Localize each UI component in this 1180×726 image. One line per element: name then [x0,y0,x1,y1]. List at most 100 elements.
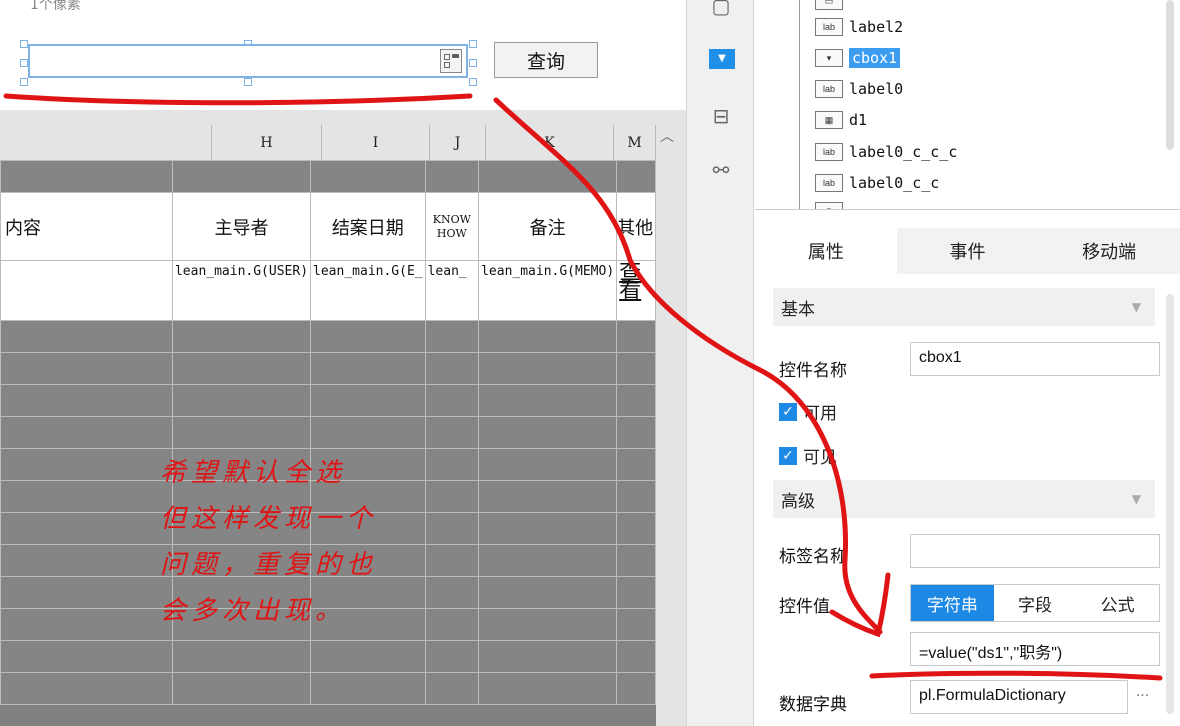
query-button[interactable]: 查询 [494,42,598,78]
more-button[interactable]: ··· [1127,680,1157,714]
label-icon: lab [815,80,843,98]
column-header-blank [0,125,212,161]
enabled-label: 可用 [803,404,837,424]
designer-canvas: 1个像素 查询 H I J K M ︿ 内容 主导者 结案日期 KNOW HOW… [0,0,686,726]
tree-item[interactable]: ▦ d1 [815,107,867,133]
visible-label: 可见 [803,448,837,468]
combo-icon: ▾ [815,49,843,67]
widget-value-input[interactable]: =value("ds1","职务") [910,632,1160,666]
annotation-line: 希望默认全选 [160,458,347,488]
widget-name-input[interactable]: cbox1 [910,342,1160,376]
chevron-up-icon[interactable]: ︿ [660,126,674,146]
header-cell[interactable]: 内容 [0,192,173,261]
checkbox-combo-widget[interactable] [28,44,468,78]
column-header-h[interactable]: H [212,125,322,161]
header-cell[interactable]: 结案日期 [310,192,426,261]
annotation-line: 但这样发现一个 [160,504,378,534]
combo-dropdown-icon[interactable] [440,49,462,73]
chevron-down-icon[interactable]: ▼ [1132,300,1141,314]
tree-item[interactable]: lab label0_c_c_c [815,139,957,165]
column-header-m[interactable]: M [614,125,656,161]
frame-icon[interactable]: ▢ [707,0,735,20]
resize-handle[interactable] [469,40,477,48]
resize-handle[interactable] [469,78,477,86]
section-title: 基本 [781,299,815,320]
tree-item[interactable]: ▯ [815,198,849,209]
widget-tree: ▭ lab label2 ▾ cbox1 lab label0 ▦ d1 lab… [755,0,1180,210]
tree-item-label: cbox1 [849,48,901,68]
label-icon: lab [815,18,843,36]
section-basic[interactable]: 基本 ▼ [773,288,1155,326]
resize-handle[interactable] [469,59,477,67]
widget-toolbar: ▢ ▼ ⊟ ⚯ [686,0,754,726]
report-grid: 内容 主导者 结案日期 KNOW HOW 备注 其他 lean_main.G(U… [0,160,656,726]
header-cell[interactable]: 主导者 [171,192,312,261]
tree-item[interactable]: lab label0 [815,76,903,102]
tree-item[interactable]: lab label0_c_c [815,170,939,196]
annotation-line: 会多次出现。 [160,596,347,626]
label-icon: lab [815,174,843,192]
tree-item[interactable]: lab label2 [815,14,903,40]
tree-item-label: label2 [849,18,904,36]
resize-handle[interactable] [20,78,28,86]
field-cell[interactable]: lean_main.G(MEMO) [478,260,618,321]
tree-item-selected[interactable]: ▾ cbox1 [815,45,901,71]
layout-icon[interactable]: ⊟ [707,104,735,130]
check-icon: ✓ [779,402,797,421]
header-row: 内容 主导者 结案日期 KNOW HOW 备注 其他 [0,192,656,261]
tree-item-label: d1 [849,111,868,129]
column-header-j[interactable]: J [430,125,486,161]
calendar-icon: ▦ [815,111,843,129]
tree-scrollbar[interactable] [1166,0,1174,150]
value-label: 控件值 [779,597,830,617]
view-link[interactable]: 查看 [616,260,656,321]
label-icon: lab [815,143,843,161]
header-cell[interactable]: 备注 [478,192,618,261]
resize-handle[interactable] [244,78,252,86]
canvas-top-label: 1个像素 [30,0,81,13]
check-icon: ✓ [779,446,797,465]
column-header-i[interactable]: I [322,125,430,161]
property-scrollbar[interactable] [1166,294,1174,714]
field-cell[interactable]: lean_main.G(E_ [310,260,426,321]
property-panel: 基本 ▼ 控件名称 cbox1 ✓ 可用 ✓ 可见 高级 ▼ 标签名称 控件值 … [755,274,1180,726]
mode-formula[interactable]: 公式 [1076,585,1159,621]
property-tabs: 属性 事件 移动端 [755,228,1180,274]
chevron-down-icon[interactable]: ▼ [1132,492,1141,506]
section-title: 高级 [781,491,815,512]
section-advanced[interactable]: 高级 ▼ [773,480,1155,518]
name-label: 控件名称 [779,361,847,381]
link-icon[interactable]: ⚯ [707,158,735,184]
tab-mobile[interactable]: 移动端 [1038,228,1180,274]
combo-widget-icon[interactable]: ▼ [709,49,735,69]
header-cell[interactable]: KNOW HOW [424,192,480,261]
enabled-checkbox[interactable]: ✓ 可用 [779,399,837,424]
combo-selection-frame[interactable] [20,40,477,86]
tag-label: 标签名称 [779,547,847,567]
value-mode-switch: 字符串 字段 公式 [910,584,1160,622]
tree-item-label: label0_c_c_c [849,143,958,161]
resize-handle[interactable] [20,40,28,48]
dictionary-input[interactable]: pl.FormulaDictionary [910,680,1128,714]
field-cell[interactable]: lean_main.G(USER) [171,260,312,321]
tree-guide-line [799,0,800,209]
mode-string[interactable]: 字符串 [911,585,994,621]
tab-events[interactable]: 事件 [897,228,1039,274]
widget-icon: ▭ [815,0,843,10]
tree-item[interactable]: ▭ [815,0,849,14]
dict-label: 数据字典 [779,695,847,715]
tree-item-label: label0 [849,80,904,98]
visible-checkbox[interactable]: ✓ 可见 [779,443,837,468]
tree-item-label: label0_c_c [849,174,940,192]
field-row: lean_main.G(USER) lean_main.G(E_ lean_ l… [0,260,656,321]
header-cell[interactable]: 其他 [616,192,656,261]
mode-field[interactable]: 字段 [994,585,1077,621]
field-cell[interactable]: lean_ [424,260,480,321]
column-header-k[interactable]: K [486,125,614,161]
tag-name-input[interactable] [910,534,1160,568]
tab-properties[interactable]: 属性 [755,228,897,274]
resize-handle[interactable] [20,59,28,67]
annotation-line: 问题，重复的也 [160,550,378,580]
field-cell[interactable] [0,260,173,321]
document-icon: ▯ [815,202,843,209]
